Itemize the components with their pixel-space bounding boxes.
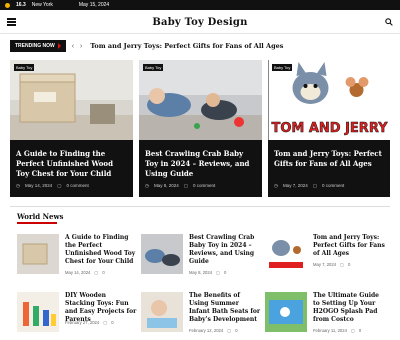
news-meta: May 14, 2024 ▢ 0 <box>65 270 105 275</box>
news-title[interactable]: Best Crawling Crab Baby Toy in 2024 – Re… <box>189 234 261 266</box>
news-item[interactable]: DIY Wooden Stacking Toys: Fun and Easy P… <box>17 292 137 340</box>
news-meta: May 8, 2024 ▢ 0 <box>189 270 227 275</box>
clock-icon: ◷ <box>145 183 149 188</box>
tom-and-jerry-image: TOM AND JERRY <box>268 60 390 140</box>
featured-meta: ◷ May 14, 2024 ▢ 0 comment <box>16 183 89 188</box>
trending-arrows[interactable]: ‹ › <box>72 43 85 50</box>
wood-toy-chest-image <box>10 60 133 140</box>
news-title[interactable]: Tom and Jerry Toys: Perfect Gifts for Fa… <box>313 234 385 258</box>
section-divider <box>10 206 390 207</box>
news-thumbnail[interactable] <box>141 292 183 332</box>
category-tag[interactable]: Baby Toy <box>143 64 164 71</box>
clock-icon: ◷ <box>16 183 20 188</box>
comment-icon: ▢ <box>350 328 355 333</box>
news-meta: February 12, 2024 ▢ 0 <box>189 328 238 333</box>
site-header: Baby Toy Design <box>0 12 400 34</box>
search-icon[interactable] <box>385 18 393 26</box>
weather-temp: 16.3 <box>16 2 26 8</box>
news-thumbnail[interactable] <box>265 234 307 274</box>
featured-title[interactable]: Best Crawling Crab Baby Toy in 2024 – Re… <box>145 149 256 179</box>
comment-icon: ▢ <box>57 183 62 188</box>
trending-badge: TRENDING NOW <box>10 40 66 52</box>
news-thumbnail[interactable] <box>17 292 59 332</box>
comment-icon: ▢ <box>227 328 232 333</box>
featured-meta: ◷ May 7, 2024 ▢ 0 comment <box>274 183 345 188</box>
news-thumbnail[interactable] <box>17 234 59 274</box>
top-bar: 16.3 New York May 15, 2024 <box>0 0 400 10</box>
news-item[interactable]: The Ultimate Guide to Setting Up Your H2… <box>265 292 385 340</box>
category-tag[interactable]: Baby Toy <box>14 64 35 71</box>
trending-headline[interactable]: Tom and Jerry Toys: Perfect Gifts for Fa… <box>90 42 283 50</box>
comment-icon: ▢ <box>103 320 108 325</box>
svg-text:TOM AND JERRY: TOM AND JERRY <box>271 121 388 136</box>
hamburger-menu-icon[interactable] <box>7 18 16 26</box>
site-title[interactable]: Baby Toy Design <box>152 17 247 28</box>
comment-icon: ▢ <box>94 270 99 275</box>
news-meta: May 7, 2024 ▢ 0 <box>313 262 351 267</box>
comment-icon: ▢ <box>340 262 345 267</box>
world-news-heading: World News <box>17 212 64 221</box>
featured-card-2[interactable]: Baby Toy Best Crawling Crab Baby Toy in … <box>139 60 262 197</box>
news-item[interactable]: Best Crawling Crab Baby Toy in 2024 – Re… <box>141 234 261 282</box>
news-item[interactable]: A Guide to Finding the Perfect Unfinishe… <box>17 234 137 282</box>
clock-icon: ◷ <box>274 183 278 188</box>
crawling-crab-image <box>139 60 262 140</box>
news-item[interactable]: The Benefits of Using Summer Infant Bath… <box>141 292 261 340</box>
news-title[interactable]: The Benefits of Using Summer Infant Bath… <box>189 292 261 324</box>
comment-icon: ▢ <box>216 270 221 275</box>
heading-underline <box>17 222 57 224</box>
weather-city: New York <box>31 2 53 8</box>
weather-sun-icon <box>5 2 10 8</box>
featured-title[interactable]: Tom and Jerry Toys: Perfect Gifts for Fa… <box>274 149 384 169</box>
trending-bar: TRENDING NOW ‹ › Tom and Jerry Toys: Per… <box>10 40 390 52</box>
category-tag[interactable]: Baby Toy <box>272 64 293 71</box>
news-item[interactable]: Tom and Jerry Toys: Perfect Gifts for Fa… <box>265 234 385 282</box>
comment-icon: ▢ <box>312 183 317 188</box>
news-title[interactable]: A Guide to Finding the Perfect Unfinishe… <box>65 234 137 266</box>
news-title[interactable]: The Ultimate Guide to Setting Up Your H2… <box>313 292 385 324</box>
comment-icon: ▢ <box>183 183 188 188</box>
news-meta: February 11, 2024 ▢ 0 <box>313 328 362 333</box>
featured-title[interactable]: A Guide to Finding the Perfect Unfinishe… <box>16 149 127 179</box>
news-thumbnail[interactable] <box>265 292 307 332</box>
news-meta: February 27, 2024 ▢ 0 <box>65 320 114 325</box>
featured-card-3[interactable]: TOM AND JERRY Baby Toy Tom and Jerry Toy… <box>268 60 390 197</box>
news-thumbnail[interactable] <box>141 234 183 274</box>
featured-card-1[interactable]: Baby Toy A Guide to Finding the Perfect … <box>10 60 133 197</box>
top-date: May 15, 2024 <box>78 2 110 8</box>
featured-meta: ◷ May 8, 2024 ▢ 0 comment <box>145 183 216 188</box>
